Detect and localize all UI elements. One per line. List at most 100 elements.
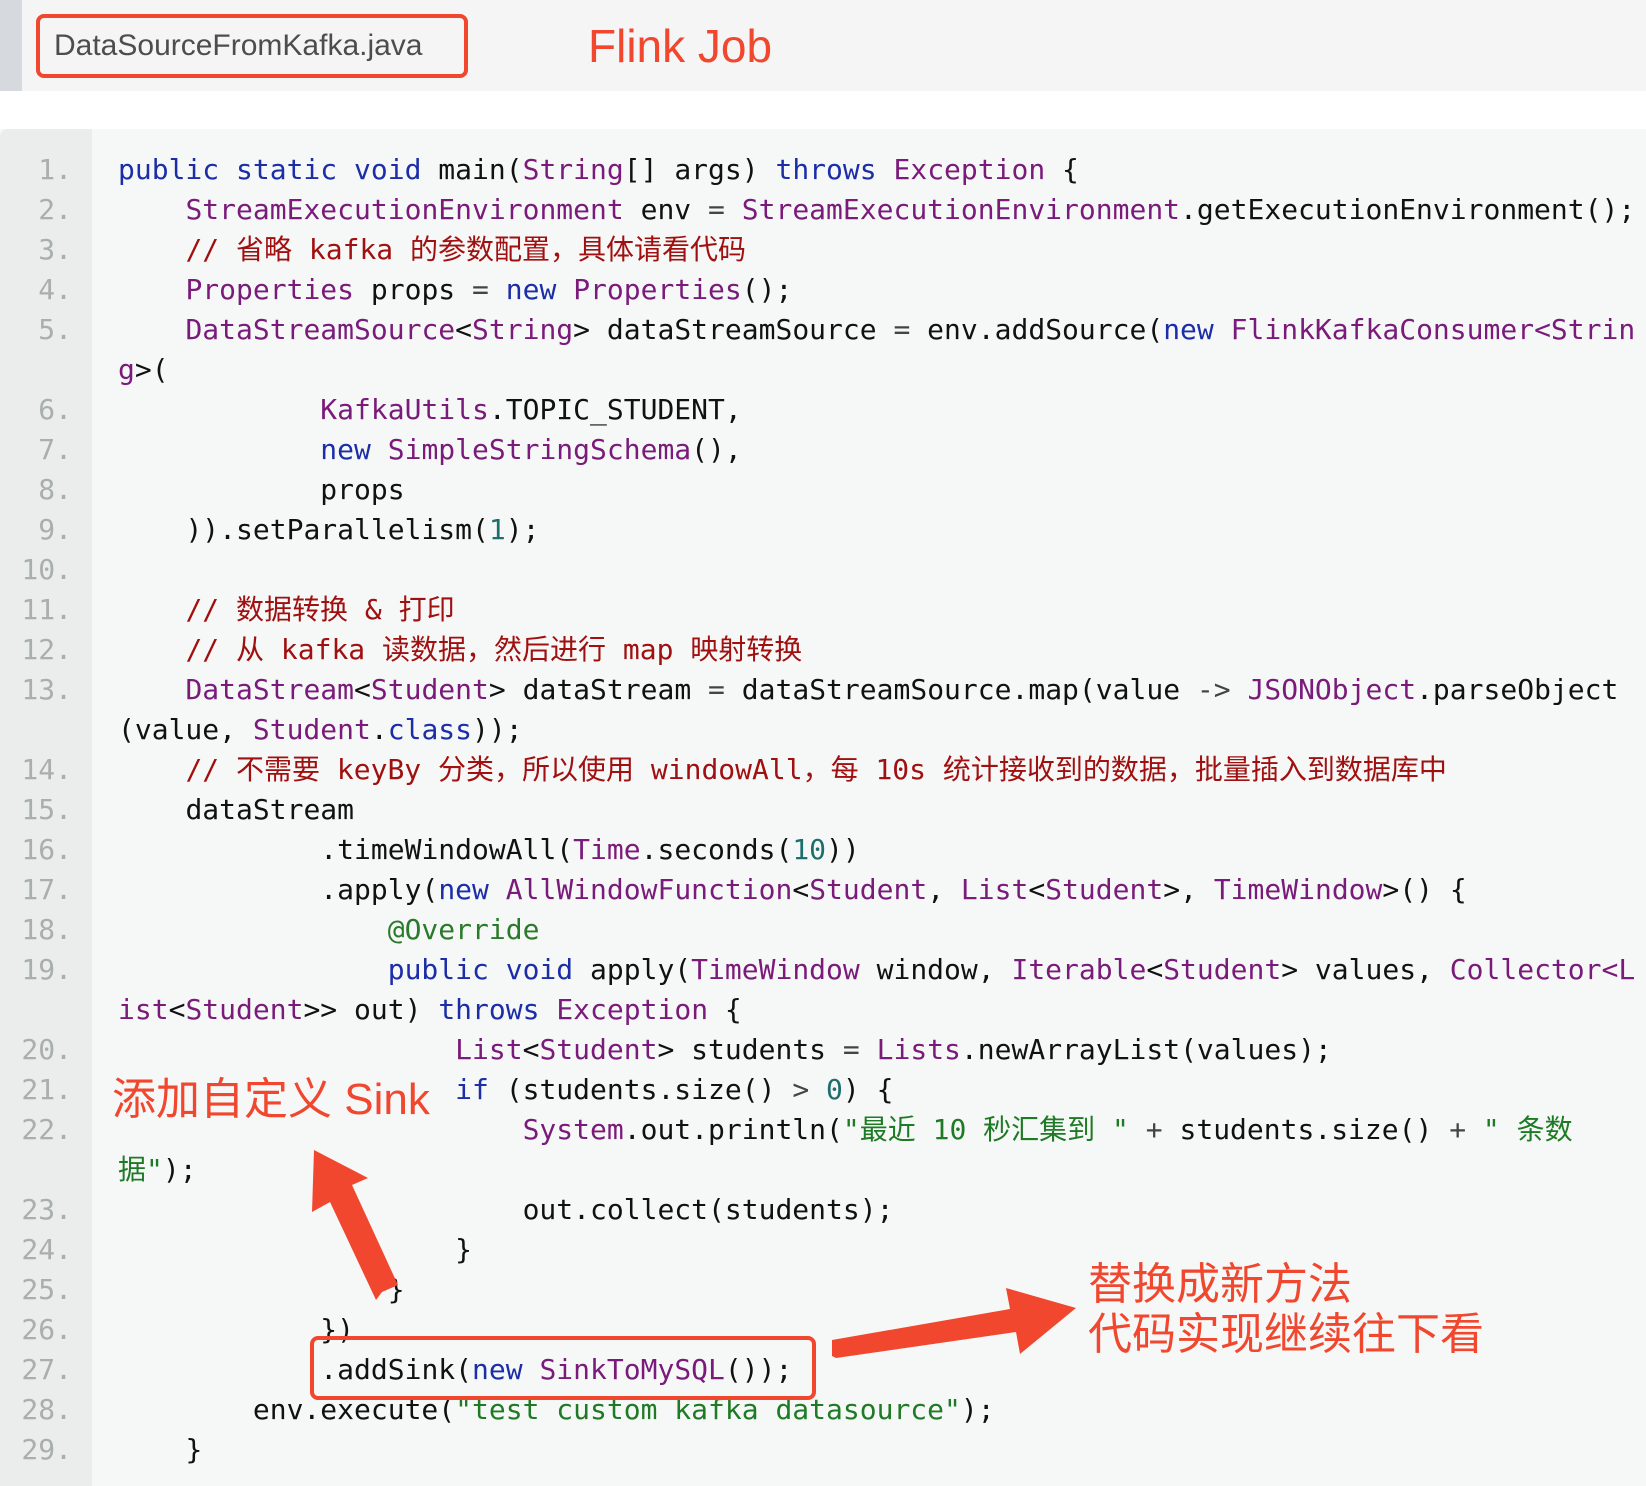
- code-token: Student: [539, 1033, 658, 1066]
- code-text: Properties props = new Properties();: [118, 270, 792, 310]
- code-line: 1. public static void main(String[] args)…: [0, 150, 1646, 190]
- code-token: " 条数: [1466, 1113, 1573, 1146]
- code-token: =: [472, 273, 489, 306]
- code-token: AllWindowFunction: [505, 873, 793, 906]
- code-token: FlinkKafkaConsumer<Strin: [1230, 313, 1636, 346]
- code-token: SimpleStringSchema: [387, 433, 692, 466]
- code-token: window,: [859, 953, 1012, 986]
- code-text: }: [118, 1270, 405, 1310]
- line-number: 5.: [38, 313, 72, 346]
- code-text: }: [118, 1430, 202, 1470]
- code-line: 23. out.collect(students);: [0, 1190, 1646, 1230]
- code-token: > values,: [1281, 953, 1450, 986]
- line-number: [0, 350, 72, 390]
- code-token: .TOPIC_STUDENT,: [488, 393, 742, 426]
- code-token: );: [960, 1393, 995, 1426]
- code-token: Lists: [859, 1033, 961, 1066]
- line-number: 9.: [38, 513, 72, 546]
- code-token: <: [354, 673, 371, 706]
- file-tab[interactable]: DataSourceFromKafka.java: [36, 14, 468, 78]
- code-text: (value, Student.class));: [118, 710, 523, 750]
- line-number: 3.: [38, 233, 72, 266]
- line-number: 20.: [21, 1033, 72, 1066]
- code-token: ist: [118, 993, 169, 1026]
- code-text: ist<Student>> out) throws Exception {: [118, 990, 742, 1030]
- line-number: 26.: [21, 1313, 72, 1346]
- code-token: .timeWindowAll(: [320, 833, 574, 866]
- code-text: // 从 kafka 读数据，然后进行 map 映射转换: [118, 630, 802, 670]
- code-text: public static void main(String[] args) t…: [118, 150, 1079, 190]
- code-token: students.size(): [1162, 1113, 1450, 1146]
- code-token: // 从 kafka 读数据，然后进行 map 映射转换: [185, 633, 803, 666]
- code-token: DataStream: [185, 673, 355, 706]
- code-token: props: [354, 273, 473, 306]
- code-token: > dataStream: [488, 673, 709, 706]
- line-number: 8.: [38, 473, 72, 506]
- code-text: @Override: [118, 910, 540, 950]
- line-number: 27.: [21, 1353, 72, 1386]
- code-token: List: [960, 873, 1029, 906]
- line-number: [0, 710, 72, 750]
- code-token: new: [1163, 313, 1231, 346]
- line-number: 29.: [21, 1433, 72, 1466]
- code-token: .: [370, 713, 388, 746]
- code-token: > dataStreamSource: [573, 313, 894, 346]
- code-token: > students: [657, 1033, 843, 1066]
- line-number: 24.: [21, 1233, 72, 1266]
- code-token: +: [1449, 1113, 1467, 1146]
- code-token: StreamExecutionEnvironment: [185, 193, 624, 226]
- code-token: "最近 10 秒汇集到 ": [842, 1113, 1129, 1146]
- line-number: 4.: [38, 273, 72, 306]
- code-token: Student: [252, 713, 371, 746]
- code-line: 14. // 不需要 keyBy 分类，所以使用 windowAll，每 10s…: [0, 750, 1646, 790]
- code-line: 19. public void apply(TimeWindow window,…: [0, 950, 1646, 990]
- code-token: ();: [741, 273, 793, 306]
- code-token: {: [1045, 153, 1079, 186]
- line-number: 21.: [21, 1073, 72, 1106]
- code-token: Properties: [573, 273, 742, 306]
- code-token: @Override: [387, 913, 540, 946]
- code-token: ->: [1196, 673, 1231, 706]
- code-token: Student: [185, 993, 304, 1026]
- code-token: >,: [1163, 873, 1214, 906]
- code-token: Exception: [556, 993, 709, 1026]
- code-token: // 不需要 keyBy 分类，所以使用 windowAll，每 10s 统计接…: [185, 753, 1447, 786]
- line-number: 22.: [21, 1113, 72, 1146]
- code-token: new: [320, 433, 388, 466]
- code-token: setParallelism(: [236, 513, 489, 546]
- header-accent-bar: [0, 0, 22, 91]
- code-text: }: [118, 1230, 472, 1270]
- code-token: g: [118, 353, 135, 386]
- code-token: env.addSource(: [910, 313, 1164, 346]
- code-token: ));: [472, 713, 523, 746]
- code-token: =: [842, 1033, 860, 1066]
- code-token: );: [505, 513, 540, 546]
- code-token: <: [1028, 873, 1046, 906]
- code-text: DataStreamSource<String> dataStreamSourc…: [118, 310, 1635, 350]
- annotation-add-custom-sink: 添加自定义 Sink: [112, 1075, 430, 1124]
- code-token: StreamExecutionEnvironment: [724, 193, 1181, 226]
- code-text: g>(: [118, 350, 169, 390]
- code-token: [] args): [623, 153, 776, 186]
- code-token: .apply(: [320, 873, 439, 906]
- page-title: Flink Job: [588, 20, 773, 72]
- code-token: Student: [370, 673, 489, 706]
- annotation-line-1: 替换成新方法: [1088, 1260, 1352, 1309]
- code-token: Properties: [185, 273, 355, 306]
- code-token: KafkaUtils: [320, 393, 489, 426]
- code-line: 5. DataStreamSource<String> dataStreamSo…: [0, 310, 1646, 350]
- line-number: 13.: [21, 673, 72, 706]
- line-number: 28.: [21, 1393, 72, 1426]
- code-line: 4. Properties props = new Properties();: [0, 270, 1646, 310]
- code-token: (value,: [118, 713, 253, 746]
- code-token: dataStream: [185, 793, 355, 826]
- code-text: .timeWindowAll(Time.seconds(10)): [118, 830, 859, 870]
- code-token: =: [893, 313, 911, 346]
- code-line: 3. // 省略 kafka 的参数配置，具体请看代码: [0, 230, 1646, 270]
- code-token: Student: [1045, 873, 1164, 906]
- code-token: String: [472, 313, 574, 346]
- code-token: Iterable: [1011, 953, 1147, 986]
- code-token: class: [387, 713, 473, 746]
- code-line: 11. // 数据转换 & 打印: [0, 590, 1646, 630]
- code-line: 10.: [0, 550, 1646, 590]
